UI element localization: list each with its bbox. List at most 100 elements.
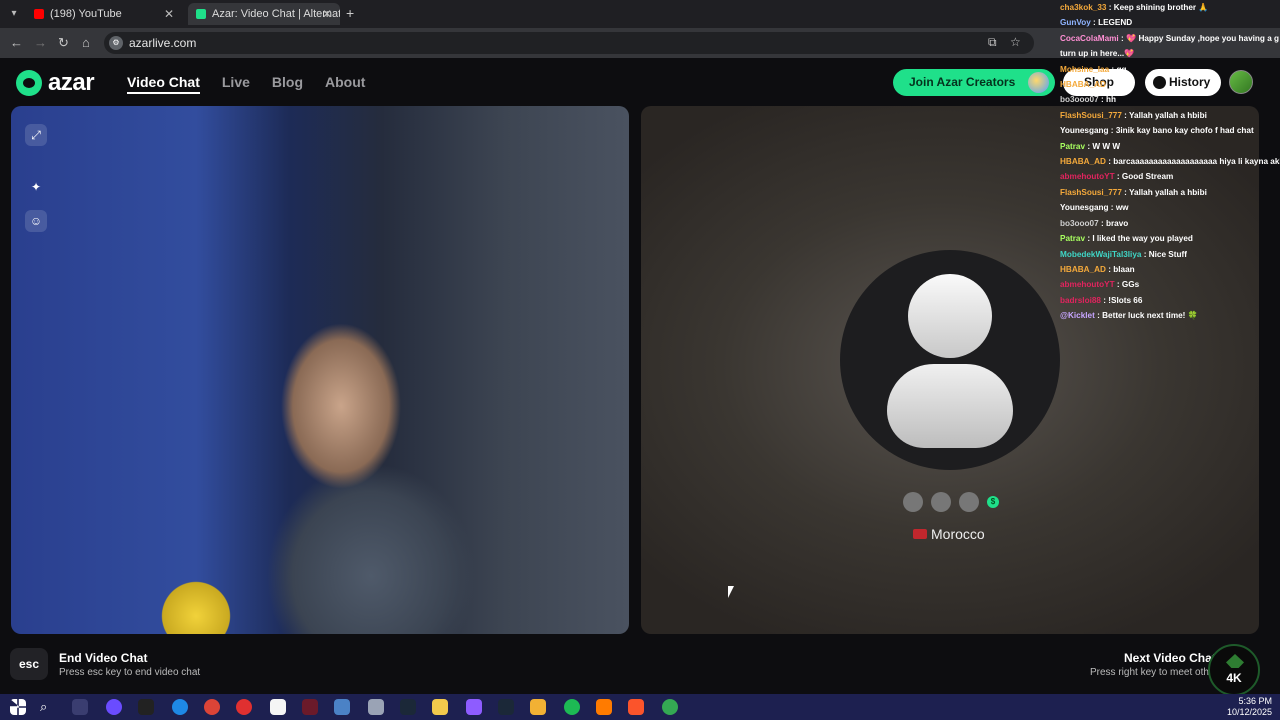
chat-text: Yallah yallah a hbibi: [1129, 187, 1207, 197]
coin-badge-icon: $: [987, 496, 999, 508]
expand-icon[interactable]: ⤢: [25, 124, 47, 146]
screen: ▾ (198) YouTube ✕ Azar: Video Chat | Alt…: [0, 0, 1280, 720]
close-tab-icon[interactable]: ✕: [322, 3, 332, 25]
chat-message: HBABA_AD : barcaaaaaaaaaaaaaaaaaaa hiya …: [1060, 154, 1280, 169]
emoji-icon[interactable]: [903, 492, 923, 512]
bookmark-star-icon[interactable]: ☆: [1010, 35, 1021, 49]
chat-message: Patrav : I liked the way you played: [1060, 231, 1280, 246]
app-icon[interactable]: [368, 699, 384, 715]
chat-username: FlashSousi_777: [1060, 187, 1122, 197]
app-icon[interactable]: [596, 699, 612, 715]
url-field[interactable]: ⚙ azarlive.com ⧉ ☆: [104, 32, 1034, 54]
reload-icon[interactable]: ↻: [58, 35, 69, 51]
steam-icon[interactable]: [498, 699, 514, 715]
nav-blog[interactable]: Blog: [272, 74, 303, 94]
windows-start-icon[interactable]: [10, 699, 26, 715]
app-icon[interactable]: [334, 699, 350, 715]
app-icon[interactable]: [302, 699, 318, 715]
sticker-icon[interactable]: ☺: [25, 210, 47, 232]
edge-icon[interactable]: [172, 699, 188, 715]
chat-message: FlashSousi_777 : Yallah yallah a hbibi: [1060, 108, 1280, 123]
end-chat-title: End Video Chat: [59, 651, 148, 665]
chat-message: CocaColaMami : 💖 Happy Sunday ,hope you …: [1060, 31, 1280, 46]
chat-message: Patrav : W W W: [1060, 139, 1280, 154]
chat-message: MobedekWajiTal3liya : Nice Stuff: [1060, 247, 1280, 262]
tab-azar[interactable]: Azar: Video Chat | Alternati ✕: [188, 3, 340, 25]
site-info-icon[interactable]: ⚙: [109, 36, 123, 50]
partner-country: Morocco: [913, 526, 985, 542]
azar-favicon-icon: [196, 9, 206, 19]
forward-icon[interactable]: →: [34, 35, 47, 50]
chat-message: turn up in here...💖: [1060, 46, 1280, 61]
app-g-icon[interactable]: [138, 699, 154, 715]
chrome-icon[interactable]: [204, 699, 220, 715]
chat-separator: :: [1118, 33, 1126, 43]
chat-username: Patrav: [1060, 234, 1086, 244]
chat-text: hhhh: [1113, 80, 1134, 90]
chat-text: gg: [1116, 64, 1127, 74]
steam-icon[interactable]: [400, 699, 416, 715]
chat-separator: :: [1108, 126, 1116, 136]
next-chat-title[interactable]: Next Video Chat: [1124, 651, 1216, 665]
emoji-icon[interactable]: [931, 492, 951, 512]
tab-title: (198) YouTube: [50, 8, 122, 20]
install-app-icon[interactable]: ⧉: [988, 35, 997, 50]
esc-key-button[interactable]: esc: [10, 648, 48, 680]
chat-text: I liked the way you played: [1092, 234, 1193, 244]
chat-username: HBABA_AD: [1060, 157, 1106, 167]
chat-username: Younesgang: [1060, 203, 1109, 213]
chat-username: abmehoutoYT: [1060, 172, 1115, 182]
file-explorer-icon[interactable]: [530, 699, 546, 715]
tab-youtube[interactable]: (198) YouTube ✕: [26, 3, 182, 25]
tab-search-icon[interactable]: ▾: [6, 6, 22, 22]
chat-separator: :: [1106, 3, 1114, 12]
cortana-icon[interactable]: [106, 699, 122, 715]
app-icon[interactable]: [270, 699, 286, 715]
spotify-icon[interactable]: [564, 699, 580, 715]
nav-live[interactable]: Live: [222, 74, 250, 94]
creators-globe-icon: [1028, 72, 1049, 93]
avatar-head-icon: [908, 274, 992, 358]
chat-username: @Kicklet: [1060, 311, 1095, 321]
chat-message: bo3ooo07 : hh: [1060, 92, 1280, 107]
chat-message: Younesgang : 3inik kay bano kay chofo f …: [1060, 123, 1280, 138]
chat-text: ww: [1115, 203, 1129, 213]
back-icon[interactable]: ←: [10, 35, 23, 50]
chat-username: bo3ooo07: [1060, 95, 1099, 105]
close-tab-icon[interactable]: ✕: [164, 3, 174, 25]
system-clock[interactable]: 5:36 PM 10/12/2025: [1227, 696, 1272, 718]
avatar-body-icon: [887, 364, 1013, 448]
effects-sparkle-icon[interactable]: ✦: [25, 176, 47, 198]
chat-username: abmehoutoYT: [1060, 280, 1115, 290]
nav-video-chat[interactable]: Video Chat: [127, 74, 200, 94]
chat-text: 3inik kay bano kay chofo f had chat: [1115, 126, 1254, 136]
brave-icon[interactable]: [628, 699, 644, 715]
task-view-icon[interactable]: [72, 699, 88, 715]
chat-message: GunVoy : LEGEND: [1060, 15, 1280, 30]
discord-icon[interactable]: [466, 699, 482, 715]
nav-about[interactable]: About: [325, 74, 365, 94]
home-icon[interactable]: ⌂: [82, 35, 90, 50]
chat-username: CocaColaMami: [1060, 33, 1119, 43]
partner-avatar-placeholder: [840, 250, 1060, 470]
search-icon[interactable]: ⌕: [40, 699, 56, 715]
mouse-cursor-icon: [728, 586, 734, 598]
4k-streamer-logo: 4K: [1208, 644, 1260, 696]
url-text: azarlive.com: [129, 36, 197, 50]
chat-username: MobedekWajiTal3liya: [1060, 249, 1142, 259]
chat-text: LEGEND: [1098, 18, 1133, 28]
join-creators-button[interactable]: Join Azar Creators: [893, 69, 1055, 96]
new-tab-icon[interactable]: +: [346, 5, 354, 21]
chat-text: hh: [1105, 95, 1116, 105]
obs-icon[interactable]: [236, 699, 252, 715]
emoji-icon[interactable]: [959, 492, 979, 512]
chat-text: W W W: [1092, 141, 1121, 151]
chat-message: Mohsine_laa : gg: [1060, 62, 1280, 77]
chat-username: Mohsine_laa: [1060, 64, 1110, 74]
notes-icon[interactable]: [432, 699, 448, 715]
chrome-icon[interactable]: [662, 699, 678, 715]
windows-taskbar: ⌕ 5:36 PM 10/12/2025: [0, 694, 1280, 720]
end-chat-sub: Press esc key to end video chat: [59, 667, 201, 678]
azar-logo[interactable]: azar: [16, 69, 95, 97]
chat-text: Nice Stuff: [1148, 249, 1187, 259]
